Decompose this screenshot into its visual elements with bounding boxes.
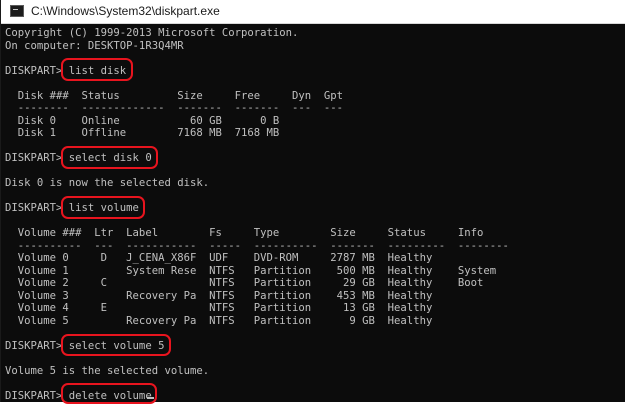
- computer-line: On computer: DESKTOP-1R3Q4MR: [5, 40, 184, 52]
- volume-table-row: Volume 2 C NTFS Partition 29 GB Healthy …: [5, 277, 484, 289]
- highlight-list-disk: [61, 58, 133, 81]
- console-window: C:\Windows\System32\diskpart.exe Copyrig…: [0, 0, 625, 404]
- volume-table-row: Volume 0 D J_CENA_X86F UDF DVD-ROM 2787 …: [5, 252, 433, 264]
- highlight-select-volume: [61, 334, 171, 356]
- disk-table-row: Disk 0 Online 60 GB 0 B: [5, 115, 280, 127]
- volume-table-row: Volume 5 Recovery Pa NTFS Partition 9 GB…: [5, 315, 433, 327]
- volume-table-divider: ---------- --- ----------- ----- -------…: [5, 240, 509, 252]
- output-message: Volume 5 is the selected volume.: [5, 365, 210, 377]
- disk-table-divider: -------- ------------- ------- ------- -…: [5, 102, 344, 114]
- volume-table-row: Volume 3 Recovery Pa NTFS Partition 453 …: [5, 290, 433, 302]
- highlight-delete-volume: [61, 383, 157, 404]
- copyright-line: Copyright (C) 1999-2013 Microsoft Corpor…: [5, 27, 299, 39]
- volume-table-row: Volume 1 System Rese NTFS Partition 500 …: [5, 265, 497, 277]
- volume-table-header: Volume ### Ltr Label Fs Type Size Status…: [5, 227, 484, 239]
- title-bar[interactable]: C:\Windows\System32\diskpart.exe: [1, 0, 625, 24]
- output-message: Disk 0 is now the selected disk.: [5, 177, 210, 189]
- volume-table-row: Volume 4 E NTFS Partition 13 GB Healthy: [5, 302, 433, 314]
- text-cursor: [147, 397, 154, 399]
- console-app-icon: [10, 5, 24, 17]
- highlight-select-disk: [61, 146, 158, 169]
- disk-table-row: Disk 1 Offline 7168 MB 7168 MB: [5, 127, 280, 139]
- window-title: C:\Windows\System32\diskpart.exe: [31, 4, 220, 18]
- disk-table-header: Disk ### Status Size Free Dyn Gpt: [5, 90, 344, 102]
- highlight-list-volume: [61, 196, 145, 219]
